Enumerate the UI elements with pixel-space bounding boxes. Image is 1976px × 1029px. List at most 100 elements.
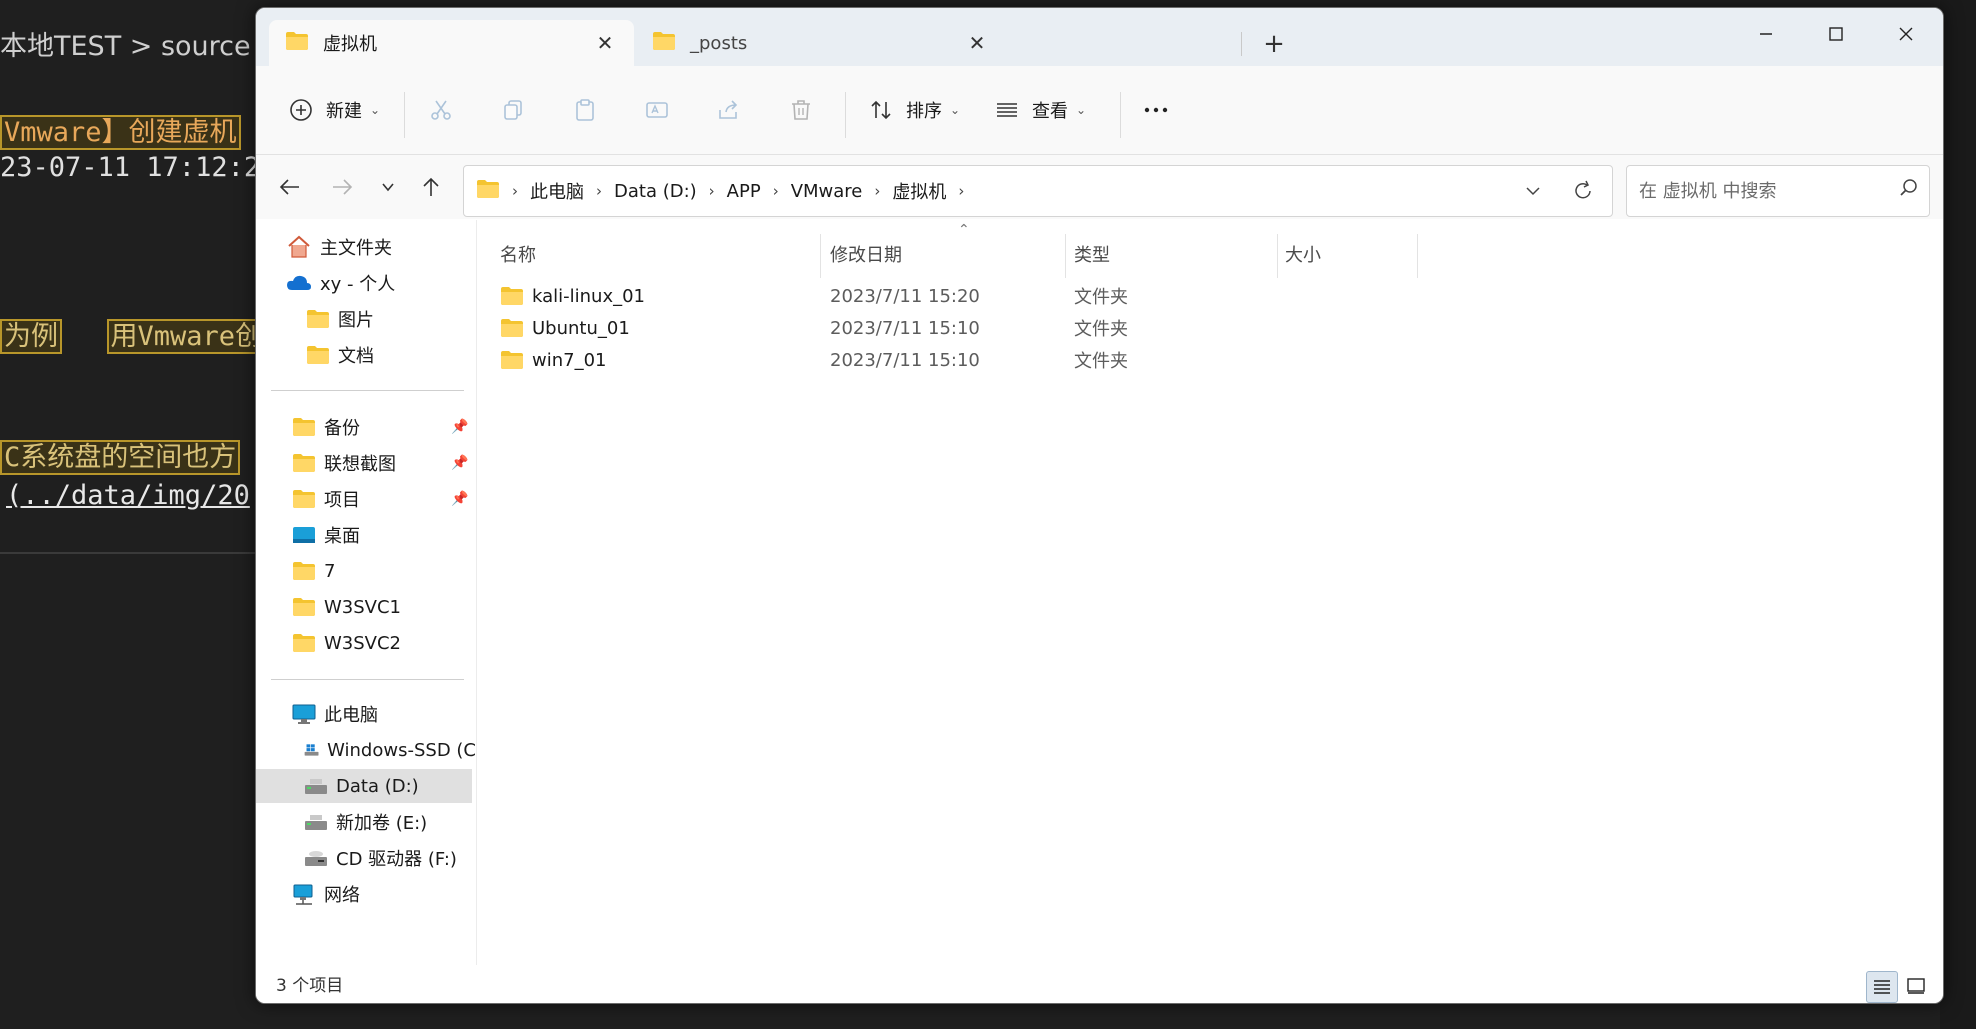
sidebar-item-label: 项目 <box>324 490 360 511</box>
address-bar[interactable]: › 此电脑 › Data (D:) › APP › VMware › 虚拟机 › <box>463 165 1613 217</box>
large-icons-view-button[interactable] <box>1901 971 1931 1001</box>
column-header-size[interactable]: 大小 <box>1285 234 1321 274</box>
search-input[interactable] <box>1637 179 1881 203</box>
folder-icon <box>501 319 523 337</box>
chevron-right-icon: › <box>596 182 602 200</box>
sidebar-item-label: 图片 <box>338 310 374 331</box>
sidebar-item-w3svc1[interactable]: W3SVC1 <box>292 590 401 624</box>
share-button[interactable] <box>714 82 744 138</box>
pin-icon[interactable]: 📌 <box>451 491 468 507</box>
sidebar-item-label: xy - 个人 <box>320 274 396 295</box>
minimize-button[interactable] <box>1731 8 1801 60</box>
sidebar-item-network[interactable]: 网络 <box>292 877 360 911</box>
column-divider[interactable] <box>1065 234 1066 278</box>
column-header-date-label: 修改日期 <box>830 245 902 266</box>
file-row[interactable]: Ubuntu_01 2023/7/11 15:10 文件夹 <box>477 312 1943 344</box>
tab-posts[interactable]: _posts ✕ <box>636 20 1006 66</box>
sidebar-item-cd-drive[interactable]: CD 驱动器 (F:) <box>304 841 457 875</box>
back-button[interactable] <box>270 167 310 207</box>
breadcrumb-app[interactable]: APP <box>727 181 761 202</box>
sidebar-item-pictures[interactable]: 图片 <box>306 302 374 336</box>
sort-button[interactable]: 排序 ⌄ <box>866 82 960 138</box>
breadcrumb-data-drive[interactable]: Data (D:) <box>614 181 697 202</box>
close-tab-icon[interactable]: ✕ <box>962 28 992 58</box>
pin-icon[interactable]: 📌 <box>451 419 468 435</box>
folder-icon <box>285 31 309 56</box>
close-window-button[interactable] <box>1871 8 1941 60</box>
file-type: 文件夹 <box>1074 351 1128 372</box>
close-tab-icon[interactable]: ✕ <box>590 28 620 58</box>
cd-drive-icon <box>305 851 327 866</box>
search-box[interactable] <box>1626 165 1930 217</box>
sidebar-item-home[interactable]: 主文件夹 <box>286 230 392 264</box>
breadcrumb-virtual-machines[interactable]: 虚拟机 <box>892 178 946 204</box>
column-divider[interactable] <box>1277 234 1278 278</box>
sidebar-item-onedrive[interactable]: xy - 个人 <box>286 266 395 300</box>
view-list-icon <box>992 95 1022 125</box>
background-paragraph: 为例 用Vmware创建 <box>0 314 294 354</box>
address-history-dropdown[interactable] <box>1516 176 1550 206</box>
column-divider[interactable] <box>1417 234 1418 278</box>
column-header-type[interactable]: 类型 <box>1074 234 1110 274</box>
background-line-1: Vmware】创建虚机 <box>0 115 241 150</box>
breadcrumb-vmware[interactable]: VMware <box>791 181 863 202</box>
chevron-right-icon: › <box>708 182 715 200</box>
pin-icon[interactable]: 📌 <box>451 455 468 471</box>
file-name: win7_01 <box>532 349 607 371</box>
sidebar-item-label: 桌面 <box>324 526 360 547</box>
sidebar-item-w3svc2[interactable]: W3SVC2 <box>292 626 401 660</box>
sidebar-item-label: W3SVC2 <box>324 632 402 654</box>
item-count: 3 个项目 <box>276 976 344 996</box>
maximize-button[interactable] <box>1801 8 1871 60</box>
chevron-right-icon: › <box>874 182 881 200</box>
windows-drive-icon <box>304 744 319 756</box>
sidebar-item-projects[interactable]: 项目 📌 <box>292 482 472 516</box>
column-divider[interactable] <box>820 234 821 278</box>
delete-button[interactable] <box>786 82 816 138</box>
file-list: 名称 ⌃ 修改日期 类型 大小 kali-linux_01 2023/7/11 … <box>477 220 1943 965</box>
sidebar-item-label: 文档 <box>338 346 374 367</box>
chevron-right-icon[interactable]: › <box>958 182 964 200</box>
sidebar-item-new-volume[interactable]: 新加卷 (E:) <box>304 805 427 839</box>
sidebar-item-lenovo-screenshots[interactable]: 联想截图 📌 <box>292 446 472 480</box>
folder-icon <box>501 287 523 305</box>
sidebar-item-backup[interactable]: 备份 📌 <box>292 410 472 444</box>
copy-button[interactable] <box>498 82 528 138</box>
cut-button[interactable] <box>426 82 456 138</box>
new-tab-button[interactable]: + <box>1246 26 1302 62</box>
refresh-icon[interactable] <box>1566 176 1600 206</box>
background-minimap <box>1940 0 1976 1029</box>
file-explorer-window: 虚拟机 ✕ _posts ✕ + 新建 ⌄ 排序 ⌄ 查看 ⌄ › 此电脑 › … <box>255 7 1944 1004</box>
folder-icon <box>307 310 329 328</box>
tab-divider <box>1241 32 1242 56</box>
new-button[interactable]: 新建 ⌄ <box>286 82 380 138</box>
sidebar-item-windows-ssd[interactable]: Windows-SSD (C <box>304 733 476 767</box>
folder-icon <box>652 31 676 56</box>
up-button[interactable] <box>411 167 451 207</box>
sidebar-item-this-pc[interactable]: 此电脑 <box>292 697 378 731</box>
details-view-button[interactable] <box>1866 971 1898 1003</box>
sidebar-item-documents[interactable]: 文档 <box>306 338 374 372</box>
search-icon[interactable] <box>1899 178 1919 202</box>
sidebar-item-desktop[interactable]: 桌面 <box>292 518 360 552</box>
rename-icon <box>642 95 672 125</box>
recent-locations-button[interactable] <box>368 167 408 207</box>
column-header-name[interactable]: 名称 <box>500 234 536 274</box>
sidebar-item-label: 网络 <box>324 885 360 906</box>
forward-button[interactable] <box>322 167 362 207</box>
paste-button[interactable] <box>570 82 600 138</box>
sidebar-item-data-drive[interactable]: Data (D:) <box>256 769 472 803</box>
file-date: 2023/7/11 15:20 <box>830 285 980 307</box>
file-row[interactable]: win7_01 2023/7/11 15:10 文件夹 <box>477 344 1943 376</box>
breadcrumb-this-pc[interactable]: 此电脑 <box>530 178 584 204</box>
file-row[interactable]: kali-linux_01 2023/7/11 15:20 文件夹 <box>477 280 1943 312</box>
column-header-date-modified[interactable]: 修改日期 <box>830 234 902 274</box>
rename-button[interactable] <box>642 82 672 138</box>
tab-virtual-machines[interactable]: 虚拟机 ✕ <box>269 20 634 66</box>
sidebar-item-label: 7 <box>324 560 336 582</box>
sidebar-item-7[interactable]: 7 <box>292 554 335 588</box>
folder-icon <box>293 598 315 616</box>
toolbar-divider <box>404 92 405 138</box>
view-button[interactable]: 查看 ⌄ <box>992 82 1086 138</box>
more-options-button[interactable] <box>1141 82 1171 138</box>
